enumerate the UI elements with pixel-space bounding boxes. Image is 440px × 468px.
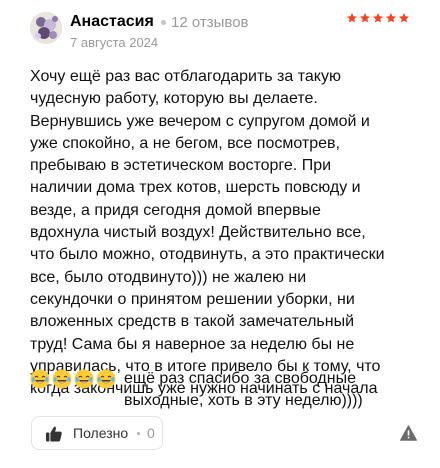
emoji-row bbox=[30, 369, 116, 389]
laughing-with-tears-emoji-icon bbox=[52, 369, 72, 389]
review-text-after-emojis: ещё раз спасибо за свободные выходные, х… bbox=[124, 370, 363, 410]
star-icon bbox=[373, 13, 383, 23]
useful-button[interactable]: Полезно 0 bbox=[31, 416, 163, 450]
review-card: Анастасия 12 отзывов 7 августа 2024 Хочу… bbox=[0, 0, 440, 468]
thumbs-up-icon bbox=[46, 426, 62, 442]
useful-count: 0 bbox=[147, 425, 155, 441]
laughing-with-tears-emoji-icon bbox=[74, 369, 94, 389]
separator-dot bbox=[161, 20, 166, 25]
review-date: 7 августа 2024 bbox=[70, 35, 159, 50]
review-text: Хочу ещё раз вас отблагодарить за такую … bbox=[30, 68, 385, 398]
star-icon bbox=[347, 13, 357, 23]
star-icon bbox=[386, 13, 396, 23]
separator-dot bbox=[137, 432, 140, 435]
laughing-with-tears-emoji-icon bbox=[30, 369, 50, 389]
avatar-photo-icon bbox=[30, 12, 62, 44]
author-name[interactable]: Анастасия bbox=[70, 13, 154, 31]
useful-label: Полезно bbox=[73, 425, 129, 441]
star-icon bbox=[360, 13, 370, 23]
laughing-with-tears-emoji-icon bbox=[96, 369, 116, 389]
star-icon bbox=[399, 13, 409, 23]
warning-icon[interactable] bbox=[400, 425, 417, 441]
rating-stars bbox=[346, 12, 410, 24]
avatar[interactable] bbox=[30, 12, 62, 44]
author-review-count[interactable]: 12 отзывов bbox=[171, 14, 249, 31]
